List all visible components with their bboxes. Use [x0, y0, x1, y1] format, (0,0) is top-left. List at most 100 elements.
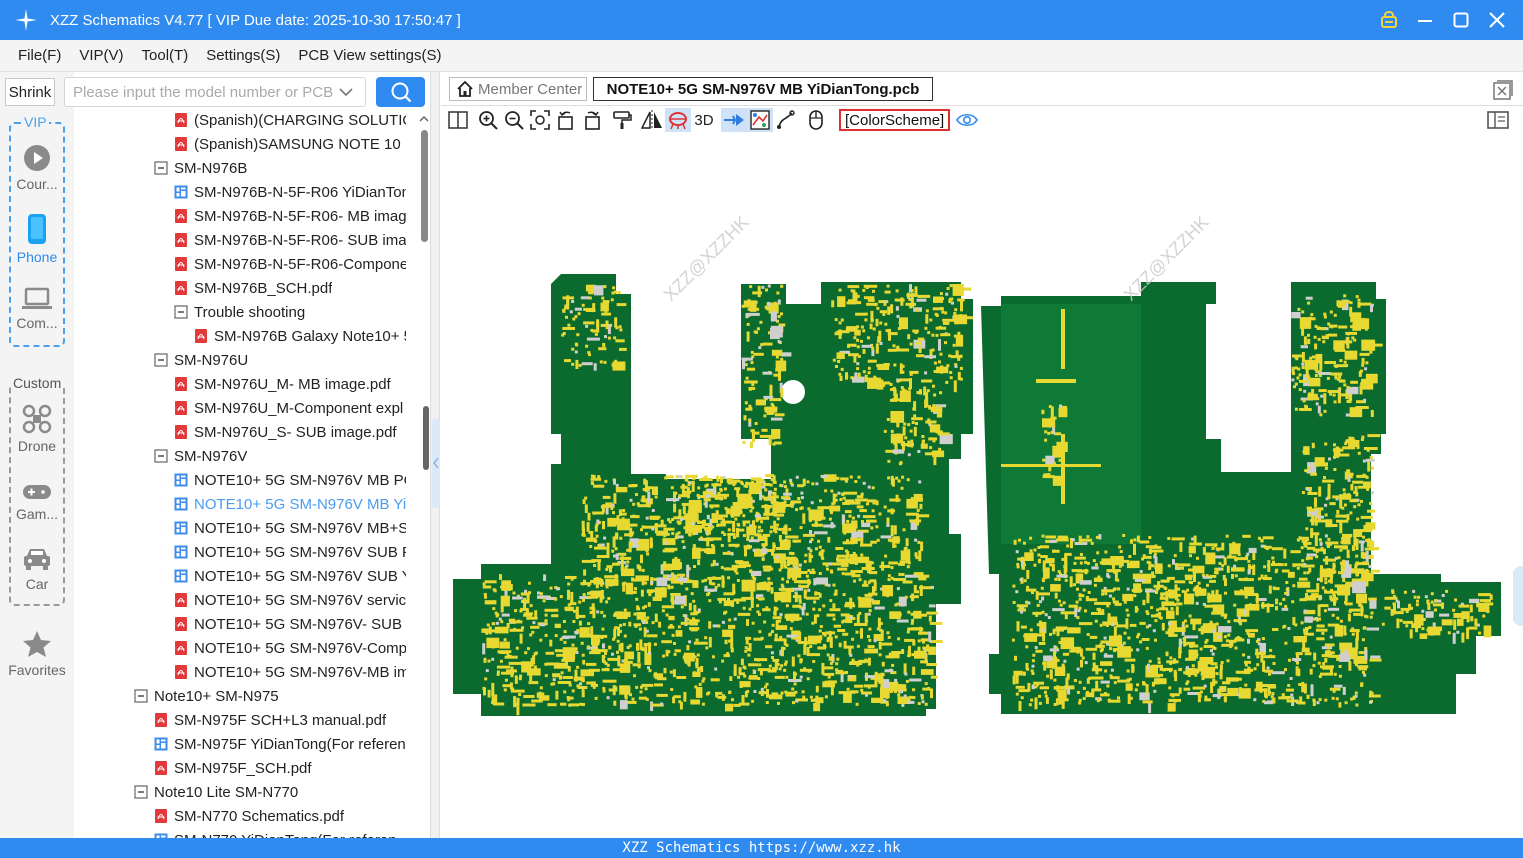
- pcb-pad[interactable]: [1351, 436, 1355, 440]
- pcb-pad[interactable]: [1327, 537, 1331, 541]
- pcb-pad[interactable]: [1040, 555, 1048, 558]
- pcb-pad[interactable]: [579, 682, 582, 686]
- pcb-pad[interactable]: [959, 287, 972, 291]
- pcb-pad[interactable]: [823, 666, 834, 670]
- pcb-pad[interactable]: [1309, 668, 1313, 675]
- pcb-pad[interactable]: [938, 447, 942, 451]
- fit-view-button[interactable]: [527, 108, 553, 132]
- pcb-pad[interactable]: [1015, 692, 1019, 696]
- pcb-pad[interactable]: [1099, 649, 1103, 653]
- pcb-pad[interactable]: [663, 534, 667, 538]
- pcb-pad[interactable]: [1198, 694, 1202, 698]
- pcb-pad[interactable]: [1099, 643, 1103, 647]
- pcb-pad[interactable]: [1434, 608, 1437, 612]
- pcb-pad[interactable]: [1312, 699, 1316, 706]
- pcb-pad[interactable]: [1478, 593, 1491, 597]
- pcb-pad[interactable]: [867, 336, 870, 340]
- pcb-pad[interactable]: [1341, 559, 1345, 571]
- pcb-pad[interactable]: [1318, 374, 1322, 377]
- pcb-pad[interactable]: [1349, 629, 1360, 633]
- pcb-pad[interactable]: [615, 339, 625, 343]
- pcb-pad[interactable]: [1358, 667, 1367, 671]
- pcb-pad[interactable]: [1157, 661, 1161, 664]
- pcb-pad[interactable]: [482, 582, 486, 586]
- pcb-pad[interactable]: [1329, 635, 1333, 639]
- pcb-pad[interactable]: [1351, 336, 1355, 340]
- pcb-pad[interactable]: [649, 537, 653, 549]
- pcb-pad[interactable]: [810, 698, 824, 702]
- pcb-pad[interactable]: [571, 347, 575, 351]
- pcb-pad[interactable]: [828, 656, 832, 661]
- pcb-pad[interactable]: [931, 333, 935, 337]
- pcb-pad[interactable]: [706, 488, 715, 492]
- pcb-pad[interactable]: [594, 285, 604, 296]
- pcb-pad[interactable]: [1196, 566, 1200, 569]
- pcb-pad[interactable]: [1073, 561, 1077, 565]
- pcb-pad[interactable]: [1162, 668, 1166, 672]
- pcb-pad[interactable]: [1360, 577, 1364, 581]
- pcb-pad[interactable]: [1338, 665, 1342, 668]
- pcb-pad[interactable]: [1193, 572, 1196, 582]
- pcb-pad[interactable]: [1362, 561, 1366, 565]
- pcb-pad[interactable]: [863, 684, 878, 688]
- tree-folder[interactable]: SM-N976V: [154, 444, 406, 468]
- pcb-pad[interactable]: [670, 688, 674, 691]
- pcb-pad[interactable]: [1331, 696, 1335, 700]
- pcb-pad[interactable]: [612, 668, 621, 672]
- pcb-pad[interactable]: [1069, 649, 1082, 653]
- pcb-pad[interactable]: [678, 475, 682, 478]
- pcb-pad[interactable]: [957, 331, 961, 344]
- pcb-pad[interactable]: [886, 284, 890, 288]
- pcb-pad[interactable]: [1298, 373, 1302, 377]
- pcb-pad[interactable]: [855, 702, 859, 706]
- pcb-pad[interactable]: [867, 359, 877, 363]
- pcb-pad[interactable]: [1050, 584, 1061, 592]
- pcb-pad[interactable]: [717, 493, 729, 497]
- pcb-pad[interactable]: [581, 686, 585, 690]
- pcb-pad[interactable]: [1343, 584, 1347, 588]
- pcb-pad[interactable]: [1322, 479, 1335, 483]
- pcb-pad[interactable]: [1057, 570, 1061, 574]
- pcb-pad[interactable]: [596, 610, 600, 614]
- pcb-pad[interactable]: [1370, 410, 1374, 417]
- collapse-toggle-icon[interactable]: [174, 305, 188, 319]
- pcb-pad[interactable]: [1033, 681, 1045, 685]
- pcb-pad[interactable]: [664, 575, 667, 578]
- pcb-pad[interactable]: [602, 521, 605, 530]
- pcb-pad[interactable]: [1142, 599, 1146, 606]
- pcb-pad[interactable]: [662, 538, 676, 546]
- pcb-pad[interactable]: [865, 693, 868, 697]
- pcb-pad[interactable]: [859, 509, 867, 513]
- pcb-pad[interactable]: [1013, 539, 1017, 545]
- pcb-pad[interactable]: [917, 337, 925, 341]
- pcb-pad[interactable]: [1353, 529, 1363, 537]
- pcb-pad[interactable]: [795, 637, 799, 640]
- pcb-pad[interactable]: [582, 499, 586, 505]
- pcb-pad[interactable]: [756, 548, 760, 552]
- pcb-pad[interactable]: [849, 597, 853, 609]
- tab-member-center[interactable]: Member Center: [449, 77, 587, 101]
- pcb-pad[interactable]: [846, 539, 849, 543]
- pcb-pad[interactable]: [1044, 694, 1048, 698]
- pcb-pad[interactable]: [757, 285, 761, 298]
- pcb-pad[interactable]: [1082, 686, 1086, 690]
- pcb-pad[interactable]: [562, 308, 566, 312]
- pcb-pad[interactable]: [1158, 612, 1162, 619]
- pcb-pad[interactable]: [1113, 649, 1117, 653]
- pcb-pad[interactable]: [805, 596, 820, 600]
- pcb-pad[interactable]: [800, 496, 804, 500]
- pcb-pad[interactable]: [1237, 552, 1241, 556]
- pcb-pad[interactable]: [1454, 598, 1457, 602]
- pcb-pad[interactable]: [1296, 538, 1300, 542]
- pcb-pad[interactable]: [1343, 383, 1347, 387]
- pcb-pad[interactable]: [957, 371, 961, 381]
- pcb-pad[interactable]: [589, 669, 593, 673]
- pcb-pad[interactable]: [784, 485, 787, 489]
- pcb-pad[interactable]: [867, 366, 871, 370]
- pcb-pad[interactable]: [1243, 609, 1247, 615]
- pcb-pad[interactable]: [689, 579, 693, 583]
- pcb-pad[interactable]: [807, 547, 811, 551]
- flip-side-button[interactable]: [721, 108, 747, 132]
- pcb-pad[interactable]: [1346, 385, 1350, 389]
- pcb-pad[interactable]: [730, 552, 734, 556]
